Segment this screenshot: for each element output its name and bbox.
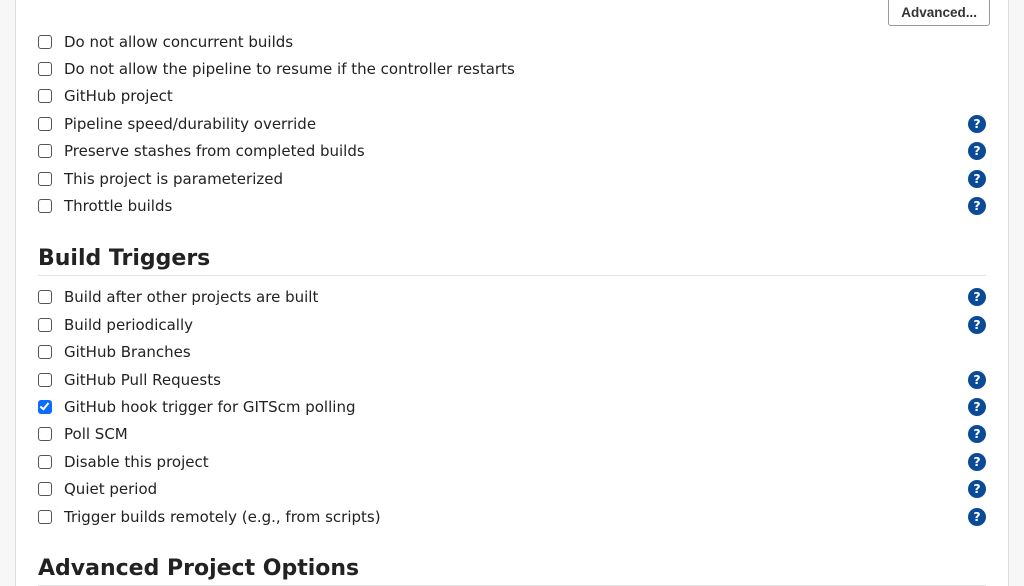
option-label: Poll SCM — [64, 425, 128, 443]
option-label: Disable this project — [64, 453, 209, 471]
option-label: Build periodically — [64, 316, 193, 334]
help-icon[interactable]: ? — [968, 508, 986, 526]
help-icon[interactable]: ? — [968, 170, 986, 188]
option-label: GitHub hook trigger for GITScm polling — [64, 398, 355, 416]
option-label: Throttle builds — [64, 197, 172, 215]
option-row: Preserve stashes from completed builds? — [38, 138, 986, 165]
option-checkbox[interactable] — [38, 345, 52, 359]
option-label: Do not allow concurrent builds — [64, 33, 293, 51]
option-label: Quiet period — [64, 480, 157, 498]
option-row: Build after other projects are built? — [38, 284, 986, 311]
option-row: GitHub Branches — [38, 339, 986, 366]
option-row: Throttle builds? — [38, 192, 986, 219]
config-panel: Advanced... Do not allow concurrent buil… — [15, 0, 1009, 586]
option-label: GitHub Branches — [64, 343, 191, 361]
option-label: This project is parameterized — [64, 170, 283, 188]
option-label: GitHub Pull Requests — [64, 371, 221, 389]
help-icon[interactable]: ? — [968, 480, 986, 498]
help-icon[interactable]: ? — [968, 142, 986, 160]
help-icon[interactable]: ? — [968, 288, 986, 306]
option-row: Quiet period? — [38, 475, 986, 502]
option-row: Disable this project? — [38, 448, 986, 475]
option-row: Poll SCM? — [38, 421, 986, 448]
option-row: Build periodically? — [38, 311, 986, 338]
option-checkbox[interactable] — [38, 318, 52, 332]
option-checkbox[interactable] — [38, 89, 52, 103]
option-checkbox[interactable] — [38, 62, 52, 76]
option-checkbox[interactable] — [38, 199, 52, 213]
option-row: GitHub hook trigger for GITScm polling? — [38, 393, 986, 420]
option-row: GitHub Pull Requests? — [38, 366, 986, 393]
advanced-button[interactable]: Advanced... — [888, 0, 990, 26]
option-checkbox[interactable] — [38, 400, 52, 414]
option-checkbox[interactable] — [38, 427, 52, 441]
option-label: Pipeline speed/durability override — [64, 115, 316, 133]
option-row: Trigger builds remotely (e.g., from scri… — [38, 503, 986, 530]
help-icon[interactable]: ? — [968, 115, 986, 133]
general-options-list: Do not allow concurrent builds Do not all… — [38, 28, 986, 220]
help-icon[interactable]: ? — [968, 425, 986, 443]
option-label: Build after other projects are built — [64, 288, 318, 306]
option-checkbox[interactable] — [38, 144, 52, 158]
option-row: Do not allow the pipeline to resume if t… — [38, 55, 986, 82]
build-triggers-list: Build after other projects are built?Bui… — [38, 284, 986, 531]
option-checkbox[interactable] — [38, 482, 52, 496]
option-label: Do not allow the pipeline to resume if t… — [64, 60, 515, 78]
help-icon[interactable]: ? — [968, 197, 986, 215]
option-checkbox[interactable] — [38, 172, 52, 186]
drag-handle-stubs — [38, 0, 986, 12]
option-label: Trigger builds remotely (e.g., from scri… — [64, 508, 381, 526]
help-icon[interactable]: ? — [968, 398, 986, 416]
help-icon[interactable]: ? — [968, 453, 986, 471]
option-row: This project is parameterized? — [38, 165, 986, 192]
option-label: GitHub project — [64, 87, 173, 105]
option-checkbox[interactable] — [38, 290, 52, 304]
option-checkbox[interactable] — [38, 455, 52, 469]
help-icon[interactable]: ? — [968, 316, 986, 334]
option-checkbox[interactable] — [38, 35, 52, 49]
section-heading-build-triggers: Build Triggers — [38, 246, 986, 276]
option-row: Do not allow concurrent builds — [38, 28, 986, 55]
option-row: GitHub project — [38, 83, 986, 110]
help-icon[interactable]: ? — [968, 371, 986, 389]
option-checkbox[interactable] — [38, 373, 52, 387]
section-heading-advanced-project-options: Advanced Project Options — [38, 556, 986, 586]
option-checkbox[interactable] — [38, 117, 52, 131]
option-checkbox[interactable] — [38, 510, 52, 524]
option-row: Pipeline speed/durability override? — [38, 110, 986, 137]
option-label: Preserve stashes from completed builds — [64, 142, 365, 160]
